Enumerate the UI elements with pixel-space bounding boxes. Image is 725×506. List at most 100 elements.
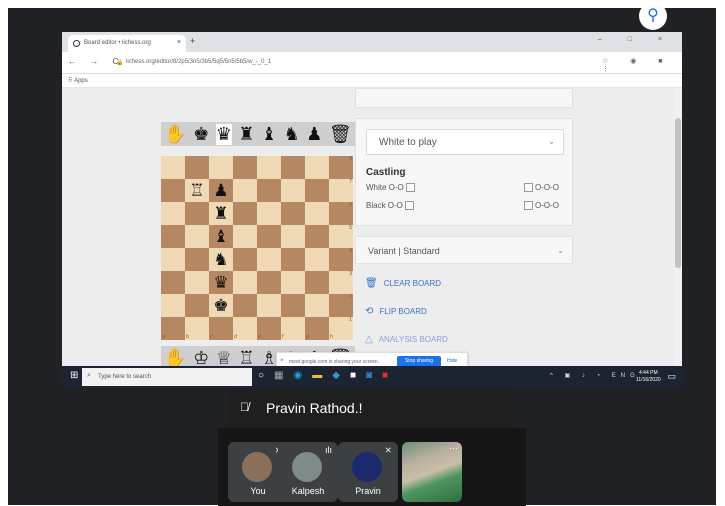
square-d3[interactable] — [233, 271, 257, 294]
square-e6[interactable] — [257, 202, 281, 225]
browser-tab[interactable]: Board editor • lichess.org × — [68, 35, 186, 52]
square-g7[interactable] — [305, 179, 329, 202]
windows-start-icon[interactable]: ⊞ — [70, 370, 78, 381]
participant-tile-video[interactable]: ⋯ — [402, 442, 462, 502]
analysis-board-button[interactable]: △ ANALYSIS BOARD — [365, 334, 448, 345]
square-c3[interactable]: ♛ — [209, 271, 233, 294]
square-e1[interactable]: e — [257, 317, 281, 340]
pointer-icon[interactable]: ✋ — [164, 348, 186, 367]
square-b5[interactable] — [185, 225, 209, 248]
square-a7[interactable] — [161, 179, 185, 202]
participant-tile-pravin[interactable]: ⨯ Pravin — [338, 442, 398, 502]
square-a6[interactable] — [161, 202, 185, 225]
square-a1[interactable]: a — [161, 317, 185, 340]
square-g4[interactable] — [305, 248, 329, 271]
square-c7[interactable]: ♟ — [209, 179, 233, 202]
square-c2[interactable]: ♚ — [209, 294, 233, 317]
page-scrollbar[interactable] — [674, 88, 682, 366]
stop-sharing-button[interactable]: Stop sharing — [397, 356, 441, 366]
square-b1[interactable]: b — [185, 317, 209, 340]
square-b8[interactable] — [185, 156, 209, 179]
square-b2[interactable] — [185, 294, 209, 317]
white-bishop-icon[interactable]: ♗ — [261, 348, 277, 367]
system-tray-icons[interactable]: ^ ▣ ♪ ◔ ENG — [550, 372, 640, 379]
square-b6[interactable] — [185, 202, 209, 225]
white-rook-piece[interactable]: ♖ — [189, 182, 204, 199]
square-d1[interactable]: d — [233, 317, 257, 340]
square-h8[interactable]: 8 — [329, 156, 353, 179]
pin-icon[interactable]: ⚲ — [639, 2, 667, 30]
square-c5[interactable]: ♝ — [209, 225, 233, 248]
square-c6[interactable]: ♜ — [209, 202, 233, 225]
white-oo-checkbox[interactable] — [405, 183, 415, 192]
square-f1[interactable]: f — [281, 317, 305, 340]
square-h1[interactable]: 1h — [329, 317, 353, 340]
taskbar-app-icons[interactable]: ○▦◉▬◆■◙■ — [258, 370, 398, 381]
square-b7[interactable]: ♖ — [185, 179, 209, 202]
chess-board[interactable]: 8 ♖ ♟ 7 ♜ 6 ♝ 5 ♞ 4 ♛ 3 ♚ 2 a b c d e f g 1 h — [161, 156, 353, 340]
square-e8[interactable] — [257, 156, 281, 179]
square-h6[interactable]: 6 — [329, 202, 353, 225]
black-pawn-piece[interactable]: ♟ — [213, 182, 228, 199]
white-ooo-option[interactable]: O-O-O — [524, 183, 559, 192]
square-d4[interactable] — [233, 248, 257, 271]
square-f4[interactable] — [281, 248, 305, 271]
white-rook-icon[interactable]: ♖ — [238, 348, 254, 367]
black-queen-icon[interactable]: ♛ — [215, 123, 232, 145]
square-h7[interactable]: 7 — [329, 179, 353, 202]
black-king-piece[interactable]: ♚ — [213, 297, 228, 314]
square-a2[interactable] — [161, 294, 185, 317]
square-d6[interactable] — [233, 202, 257, 225]
square-h4[interactable]: 4 — [329, 248, 353, 271]
more-options-icon[interactable]: ⋯ — [449, 443, 458, 454]
square-e4[interactable] — [257, 248, 281, 271]
square-f7[interactable] — [281, 179, 305, 202]
square-g6[interactable] — [305, 202, 329, 225]
square-e5[interactable] — [257, 225, 281, 248]
square-a5[interactable] — [161, 225, 185, 248]
apps-bookmark[interactable]: Apps — [74, 78, 88, 84]
participant-tile-kalpesh[interactable]: ılı Kalpesh — [278, 442, 338, 502]
taskbar-search[interactable]: ⌕ Type here to search — [82, 368, 252, 386]
square-d8[interactable] — [233, 156, 257, 179]
square-d5[interactable] — [233, 225, 257, 248]
black-ooo-checkbox[interactable] — [524, 201, 533, 210]
variant-select[interactable]: Variant | Standard ⌄ — [355, 236, 573, 264]
square-c8[interactable] — [209, 156, 233, 179]
square-a3[interactable] — [161, 271, 185, 294]
clear-board-button[interactable]: 🗑 CLEAR BOARD — [365, 278, 441, 289]
black-rook-icon[interactable]: ♜ — [238, 124, 254, 145]
black-knight-icon[interactable]: ♞ — [284, 124, 300, 145]
white-queen-icon[interactable]: ♕ — [216, 348, 232, 367]
trash-icon[interactable]: 🗑 — [329, 124, 352, 145]
new-tab-button[interactable]: + — [190, 36, 195, 46]
square-g1[interactable]: g — [305, 317, 329, 340]
square-c1[interactable]: c — [209, 317, 233, 340]
extension-icons[interactable]: ☆ ◉ ■ ⋮ — [602, 57, 682, 73]
white-ooo-checkbox[interactable] — [524, 183, 533, 192]
white-king-icon[interactable]: ♔ — [193, 348, 209, 367]
scroll-thumb[interactable] — [675, 118, 681, 268]
close-icon[interactable]: × — [280, 358, 284, 364]
square-f2[interactable] — [281, 294, 305, 317]
black-king-icon[interactable]: ♚ — [193, 124, 209, 145]
black-oo-option[interactable]: Black O-O — [366, 201, 414, 210]
square-g2[interactable] — [305, 294, 329, 317]
square-g3[interactable] — [305, 271, 329, 294]
square-f5[interactable] — [281, 225, 305, 248]
square-f3[interactable] — [281, 271, 305, 294]
pointer-icon[interactable]: ✋ — [164, 124, 186, 145]
hide-button[interactable]: Hide — [447, 358, 457, 364]
black-knight-piece[interactable]: ♞ — [213, 251, 228, 268]
black-oo-checkbox[interactable] — [404, 201, 414, 210]
black-pawn-icon[interactable]: ♟ — [306, 124, 322, 145]
tab-close-icon[interactable]: × — [177, 39, 181, 46]
black-rook-piece[interactable]: ♜ — [213, 205, 228, 222]
square-d2[interactable] — [233, 294, 257, 317]
turn-select[interactable]: White to play ⌄ — [366, 129, 564, 155]
square-h3[interactable]: 3 — [329, 271, 353, 294]
black-ooo-option[interactable]: O-O-O — [524, 201, 559, 210]
square-f6[interactable] — [281, 202, 305, 225]
flip-board-button[interactable]: ⟲ FLIP BOARD — [365, 306, 427, 317]
square-e3[interactable] — [257, 271, 281, 294]
